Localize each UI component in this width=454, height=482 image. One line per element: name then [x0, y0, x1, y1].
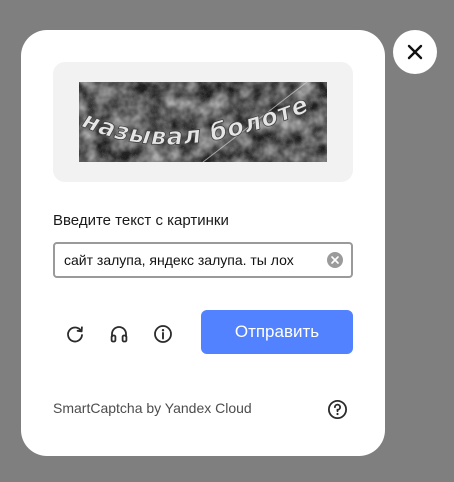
clear-input-button[interactable] [327, 252, 343, 268]
captcha-input-field [53, 242, 353, 278]
captcha-image-container: называл болоте [53, 62, 353, 182]
captcha-image: называл болоте [79, 82, 327, 162]
captcha-card: называл болоте Введите текст с картинки [21, 30, 385, 456]
submit-button[interactable]: Отправить [201, 310, 353, 354]
headphones-icon [110, 326, 128, 343]
captcha-input[interactable] [55, 244, 319, 276]
info-icon [154, 325, 172, 343]
captcha-overlay: называл болоте Введите текст с картинки [0, 0, 454, 482]
close-icon [407, 44, 423, 60]
close-button[interactable] [393, 30, 437, 74]
info-button[interactable] [151, 322, 175, 346]
audio-captcha-button[interactable] [107, 322, 131, 346]
help-icon [327, 399, 347, 419]
brand-label: SmartCaptcha by Yandex Cloud [53, 400, 252, 416]
refresh-icon [67, 326, 83, 343]
captcha-prompt: Введите текст с картинки [53, 212, 229, 229]
refresh-button[interactable] [63, 322, 87, 346]
clear-icon [331, 256, 339, 264]
help-button[interactable] [325, 397, 349, 421]
